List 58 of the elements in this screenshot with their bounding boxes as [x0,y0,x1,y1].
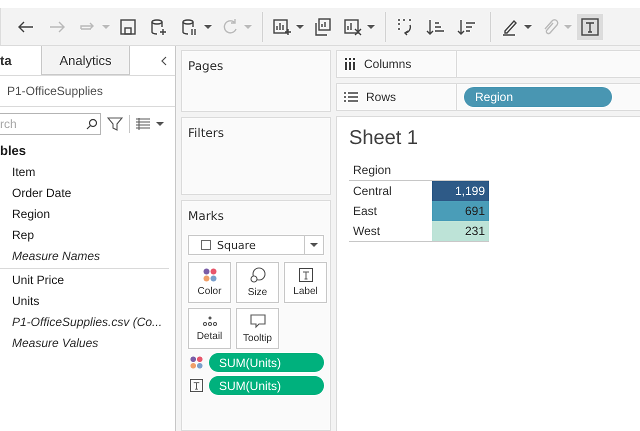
speech-bubble-icon [250,313,266,329]
search-field[interactable]: rch [0,113,101,135]
value-cell: 1,199 [432,181,489,201]
measure-field[interactable]: Units [0,291,175,312]
dimension-field[interactable]: Measure Names [0,246,175,267]
section-title: bles [0,142,28,160]
caret-icon[interactable] [296,22,304,30]
size-card[interactable]: Size [236,262,279,303]
marks-title: Marks [188,209,224,223]
shelf-label: Columns [364,57,412,71]
text-box-button[interactable] [577,14,603,40]
columns-icon [344,58,356,70]
dots-icon [202,315,218,327]
sidebar-tab[interactable]: ta [0,46,42,75]
sheet-title: Sheet 1 [349,127,419,150]
list-view-icon[interactable] [136,118,150,130]
filter-icon[interactable] [107,116,123,132]
database-plus-icon [149,16,169,36]
sidebar-tab[interactable]: Analytics [42,46,130,75]
detail-card[interactable]: Detail [188,308,231,349]
caret-icon[interactable] [204,22,212,30]
dimension-field[interactable]: Order Date [0,183,175,204]
value-cell: 691 [432,201,489,221]
table-cell-text: East [352,203,378,220]
dimension-field[interactable]: Item [0,162,175,183]
chart-plus-icon [272,16,292,36]
data-source-name[interactable]: P1-OfficeSupplies [7,84,103,98]
dimension-field[interactable]: Region [0,204,175,225]
table-cell-text: West [352,223,382,240]
pages-title: Pages [188,59,224,73]
color-dots-icon [202,268,216,282]
size-icon [250,267,266,283]
text-icon [298,268,312,282]
shelf-label: Rows [366,90,396,104]
caret-icon[interactable] [524,22,532,30]
dimension-field[interactable]: Rep [0,225,175,246]
caret-icon[interactable] [156,120,164,128]
mark-type-dropdown[interactable]: Square [188,235,324,255]
filters-title: Filters [188,126,224,140]
table-cell-text: Central [352,183,393,200]
rows-icon [344,91,358,103]
measure-field[interactable]: P1-OfficeSupplies.csv (Co... [0,312,175,333]
chart-x-icon [343,16,363,36]
value-cell: 231 [432,221,489,241]
search-icon [86,118,98,130]
collapse-icon[interactable] [159,56,169,66]
square-icon [201,240,211,250]
tooltip-card[interactable]: Tooltip [236,308,279,349]
label-card[interactable]: Label [284,262,327,303]
caret-icon [310,241,318,249]
text-icon [190,379,203,392]
measure-field[interactable]: Measure Values [0,333,175,354]
measure-field[interactable]: Unit Price [0,270,175,291]
caret-icon[interactable] [367,22,375,30]
text-box-icon [580,16,600,36]
color-card[interactable]: Color [188,262,231,303]
color-dots-icon [190,356,203,369]
save-icon [118,16,138,36]
